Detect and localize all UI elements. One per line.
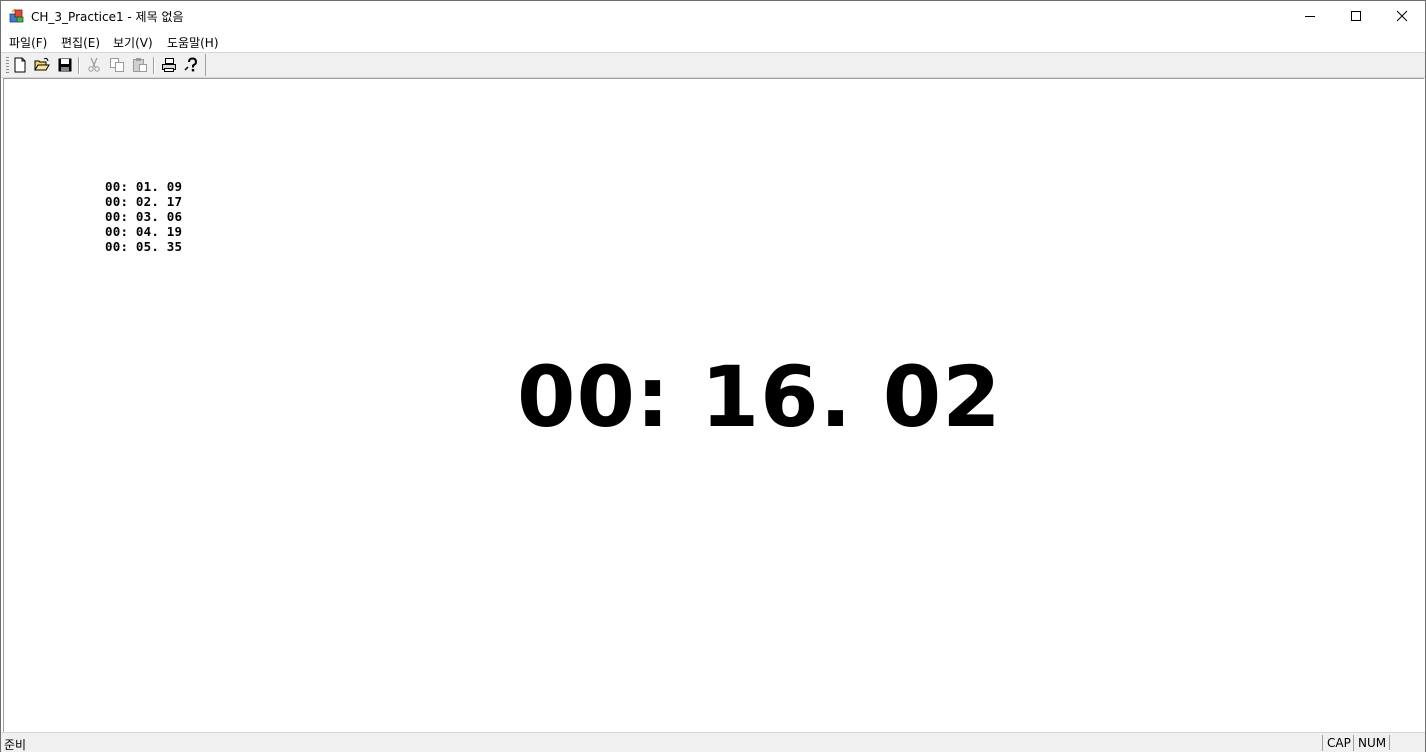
menu-view[interactable]: 보기(V) (113, 34, 153, 51)
stopwatch-display: 00: 16. 02 (517, 348, 1002, 446)
title-bar[interactable]: CH_3_Practice1 - 제목 없음 (1, 1, 1425, 31)
toolbar-band (4, 54, 206, 76)
maximize-button[interactable] (1333, 1, 1379, 31)
lap-list: 00: 01. 09 00: 02. 17 00: 03. 06 00: 04.… (105, 179, 182, 254)
save-button[interactable] (55, 56, 75, 74)
toolbar-separator (153, 57, 155, 74)
lap-time: 00: 04. 19 (105, 224, 183, 239)
status-bar: 준비 CAP NUM (1, 732, 1425, 752)
open-button[interactable] (32, 56, 52, 74)
menu-help[interactable]: 도움말(H) (167, 34, 219, 51)
toolbar (1, 52, 1425, 78)
new-icon (14, 57, 26, 73)
menu-bar: 파일(F) 편집(E) 보기(V) 도움말(H) (1, 31, 1425, 51)
help-button[interactable] (182, 56, 202, 74)
cap-indicator: CAP (1322, 735, 1355, 751)
num-indicator: NUM (1353, 735, 1390, 751)
print-icon (162, 58, 176, 72)
lap-time: 00: 05. 35 (105, 239, 183, 254)
new-button[interactable] (10, 56, 30, 74)
scrl-indicator (1389, 735, 1410, 750)
menu-edit[interactable]: 편집(E) (61, 34, 100, 51)
app-icon (9, 8, 25, 24)
open-icon (34, 57, 50, 71)
help-icon (184, 57, 198, 72)
paste-button[interactable] (130, 56, 150, 74)
cut-button[interactable] (84, 56, 104, 74)
status-message: 준비 (4, 738, 27, 752)
maximize-icon (1351, 11, 1361, 21)
toolbar-grip[interactable] (6, 57, 9, 74)
lap-time: 00: 03. 06 (105, 209, 183, 224)
minimize-icon (1305, 16, 1315, 17)
paste-icon (133, 58, 147, 72)
lap-time: 00: 02. 17 (105, 194, 183, 209)
close-icon (1396, 10, 1408, 22)
window-title: CH_3_Practice1 - 제목 없음 (31, 10, 184, 24)
save-icon (58, 58, 72, 72)
menu-file[interactable]: 파일(F) (9, 34, 47, 51)
copy-button[interactable] (107, 56, 127, 74)
close-button[interactable] (1379, 1, 1425, 31)
cut-icon (88, 57, 100, 72)
copy-icon (110, 58, 124, 72)
lap-time: 00: 01. 09 (105, 179, 183, 194)
document-view[interactable]: 00: 01. 09 00: 02. 17 00: 03. 06 00: 04.… (3, 78, 1424, 732)
print-button[interactable] (159, 56, 179, 74)
toolbar-separator (78, 57, 80, 74)
app-window: CH_3_Practice1 - 제목 없음 파일(F) 편집(E) 보기(V)… (0, 0, 1426, 752)
minimize-button[interactable] (1287, 1, 1333, 31)
